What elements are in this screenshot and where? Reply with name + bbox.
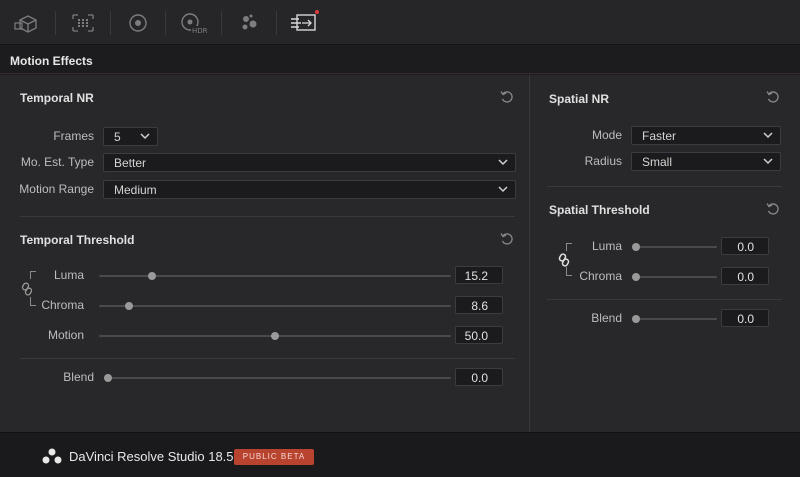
mode-value: Faster bbox=[642, 129, 677, 143]
temporal-chroma-slider[interactable] bbox=[99, 305, 451, 307]
grid-frame-icon bbox=[72, 13, 94, 32]
radius-label: Radius bbox=[584, 154, 622, 168]
mode-label: Mode bbox=[591, 128, 622, 142]
chevron-down-icon bbox=[763, 158, 773, 165]
app-name: DaVinci Resolve Studio 18.5 bbox=[69, 449, 234, 464]
svg-text:HDR: HDR bbox=[192, 27, 207, 35]
mo-est-type-dropdown[interactable]: Better bbox=[103, 153, 516, 172]
notification-dot bbox=[315, 10, 319, 14]
spatial-blend-value[interactable]: 0.0 bbox=[721, 309, 769, 327]
frames-value: 5 bbox=[114, 130, 121, 144]
frames-dropdown[interactable]: 5 bbox=[103, 127, 158, 146]
spatial-luma-value[interactable]: 0.0 bbox=[721, 237, 769, 255]
mo-est-type-label: Mo. Est. Type bbox=[20, 155, 94, 169]
temporal-chroma-label: Chroma bbox=[41, 298, 84, 312]
dots-cluster-button[interactable] bbox=[224, 0, 274, 45]
spatial-luma-label: Luma bbox=[591, 239, 622, 253]
mo-est-type-value: Better bbox=[114, 156, 147, 170]
spatial-chroma-value[interactable]: 0.0 bbox=[721, 267, 769, 285]
temporal-threshold-title: Temporal Threshold bbox=[20, 233, 135, 247]
motion-range-label: Motion Range bbox=[19, 182, 94, 196]
3d-cube-icon bbox=[14, 14, 37, 33]
temporal-blend-label: Blend bbox=[63, 370, 94, 384]
temporal-panel: Temporal NR Frames 5 Mo. Est. Type Bette… bbox=[0, 75, 530, 432]
temporal-blend-slider[interactable] bbox=[104, 377, 451, 379]
motion-effects-panel: Temporal NR Frames 5 Mo. Est. Type Bette… bbox=[0, 75, 800, 432]
radius-dropdown[interactable]: Small bbox=[631, 152, 781, 171]
target-circle-icon bbox=[129, 13, 147, 32]
temporal-nr-title: Temporal NR bbox=[20, 91, 94, 105]
grid-frame-button[interactable] bbox=[58, 0, 108, 45]
spatial-blend-label: Blend bbox=[591, 311, 622, 325]
spatial-nr-title: Spatial NR bbox=[549, 92, 610, 106]
hdr-wheel-icon: HDR bbox=[181, 12, 207, 35]
chain-link-icon[interactable] bbox=[558, 253, 570, 267]
temporal-luma-knob[interactable] bbox=[148, 272, 156, 280]
chevron-down-icon bbox=[498, 159, 508, 166]
motion-effects-icon bbox=[291, 13, 316, 31]
chevron-down-icon bbox=[498, 186, 508, 193]
temporal-chroma-value[interactable]: 8.6 bbox=[455, 296, 503, 314]
temporal-motion-label: Motion bbox=[47, 328, 84, 342]
footer: DaVinci Resolve Studio 18.5 PUBLIC BETA bbox=[0, 432, 800, 477]
section-divider bbox=[547, 299, 782, 300]
hdr-wheel-button[interactable]: HDR bbox=[168, 0, 218, 45]
spatial-chroma-label: Chroma bbox=[579, 269, 622, 283]
spatial-panel: Spatial NR Mode Faster Radius Small Spat… bbox=[531, 75, 800, 432]
mode-dropdown[interactable]: Faster bbox=[631, 126, 781, 145]
temporal-luma-value[interactable]: 15.2 bbox=[455, 266, 503, 284]
panel-title: Motion Effects bbox=[10, 54, 93, 68]
public-beta-badge: PUBLIC BETA bbox=[234, 449, 314, 465]
reset-icon[interactable] bbox=[499, 89, 515, 105]
spatial-chroma-slider[interactable] bbox=[632, 276, 717, 278]
reset-icon[interactable] bbox=[765, 201, 781, 217]
motion-range-value: Medium bbox=[114, 183, 157, 197]
chevron-down-icon bbox=[140, 133, 150, 140]
spatial-blend-slider[interactable] bbox=[632, 318, 717, 320]
3d-cube-button[interactable] bbox=[3, 0, 53, 45]
temporal-luma-label: Luma bbox=[53, 268, 84, 282]
spatial-threshold-title: Spatial Threshold bbox=[549, 203, 650, 217]
temporal-motion-value[interactable]: 50.0 bbox=[455, 326, 503, 344]
toolbar-separator bbox=[165, 11, 166, 35]
temporal-blend-knob[interactable] bbox=[104, 374, 112, 382]
davinci-logo-icon bbox=[42, 448, 62, 464]
radius-value: Small bbox=[642, 155, 673, 169]
toolbar: HDR bbox=[0, 0, 800, 45]
frames-label: Frames bbox=[53, 129, 94, 143]
chain-link-icon[interactable] bbox=[21, 282, 33, 296]
target-circle-button[interactable] bbox=[113, 0, 163, 45]
reset-icon[interactable] bbox=[499, 231, 515, 247]
toolbar-separator bbox=[221, 11, 222, 35]
chevron-down-icon bbox=[763, 132, 773, 139]
temporal-blend-value[interactable]: 0.0 bbox=[455, 368, 503, 386]
motion-range-dropdown[interactable]: Medium bbox=[103, 180, 516, 199]
toolbar-separator bbox=[110, 11, 111, 35]
section-divider bbox=[547, 186, 782, 187]
spatial-blend-knob[interactable] bbox=[632, 315, 640, 323]
toolbar-separator bbox=[55, 11, 56, 35]
motion-effects-button[interactable] bbox=[279, 0, 329, 45]
temporal-chroma-knob[interactable] bbox=[125, 302, 133, 310]
section-divider bbox=[20, 216, 515, 217]
spatial-luma-slider[interactable] bbox=[632, 246, 717, 248]
spatial-chroma-knob[interactable] bbox=[632, 273, 640, 281]
section-divider bbox=[20, 358, 515, 359]
toolbar-separator bbox=[276, 11, 277, 35]
reset-icon[interactable] bbox=[765, 89, 781, 105]
panel-header: Motion Effects bbox=[0, 46, 800, 74]
spatial-luma-knob[interactable] bbox=[632, 243, 640, 251]
dots-cluster-icon bbox=[242, 14, 257, 29]
temporal-motion-knob[interactable] bbox=[271, 332, 279, 340]
